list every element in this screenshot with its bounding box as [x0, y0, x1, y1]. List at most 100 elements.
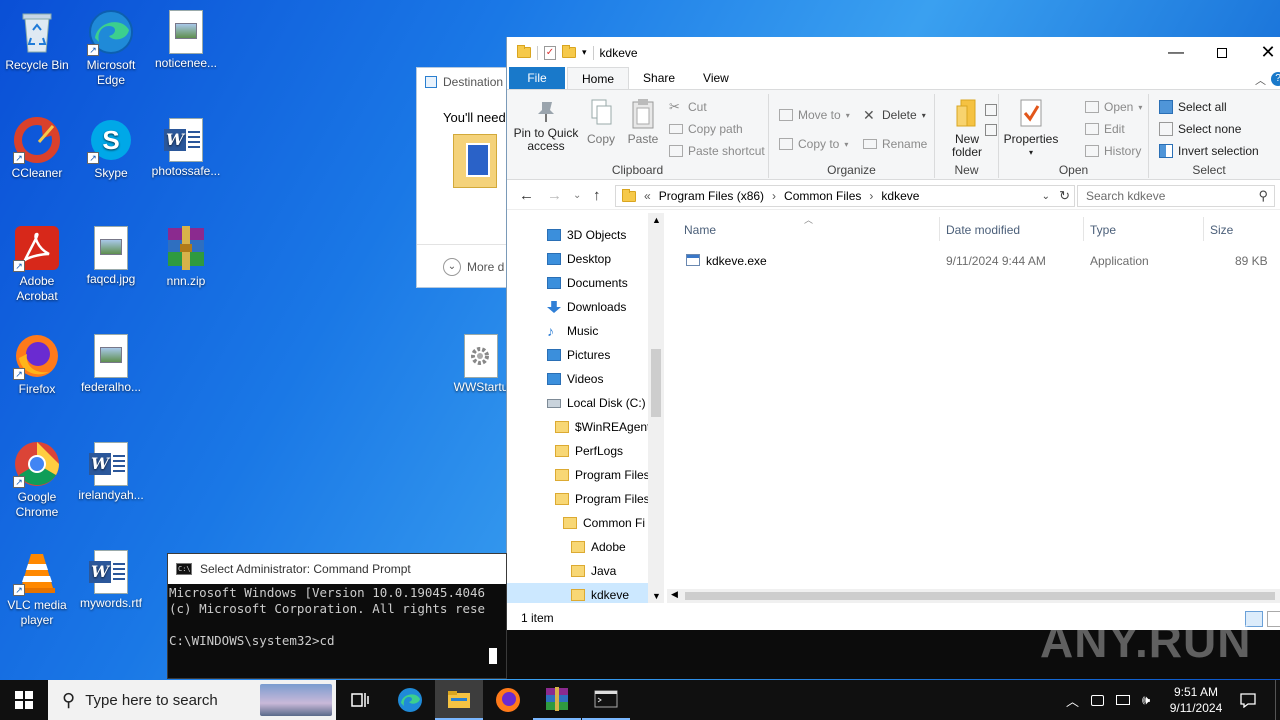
delete-button[interactable]: ✕ Delete ▾ — [863, 108, 926, 122]
horizontal-scrollbar[interactable]: ◀ — [667, 589, 1280, 603]
more-details-button[interactable]: ⌄ More d — [443, 258, 504, 276]
paste-button[interactable]: Paste — [623, 98, 663, 146]
file-list[interactable]: ︿ Name Date modified Type Size kdkeve.ex… — [667, 213, 1280, 603]
clock[interactable]: 9:51 AM 9/11/2024 — [1160, 680, 1232, 720]
desktop-icon-ccleaner[interactable]: ↗ CCleaner — [0, 116, 74, 181]
search-input[interactable]: Search kdkeve ⚲ — [1077, 185, 1275, 207]
breadcrumb-kdkeve[interactable]: kdkeve — [881, 189, 919, 203]
volume-icon[interactable]: 🕪 — [1142, 692, 1150, 708]
taskbar-winrar-button[interactable] — [533, 680, 581, 720]
paste-shortcut-button[interactable]: Paste shortcut — [669, 144, 765, 158]
copy-to-button[interactable]: Copy to ▾ — [779, 137, 848, 151]
breadcrumb-overflow[interactable]: « — [644, 189, 651, 203]
column-header-date-modified[interactable]: Date modified — [946, 223, 1020, 237]
taskbar-file-explorer-button[interactable] — [435, 680, 483, 720]
tab-home[interactable]: Home — [567, 67, 630, 89]
desktop-icon-photossafe[interactable]: W photossafe... — [149, 116, 223, 179]
nav-item[interactable]: Program Files — [507, 487, 650, 511]
desktop-icon-recycle-bin[interactable]: Recycle Bin — [0, 8, 74, 73]
breadcrumb-common-files[interactable]: Common Files — [784, 189, 861, 203]
select-none-button[interactable]: Select none — [1159, 122, 1241, 136]
task-view-button[interactable] — [336, 680, 384, 720]
refresh-icon[interactable]: ↻ — [1059, 188, 1070, 204]
nav-item[interactable]: PerfLogs — [507, 439, 648, 463]
desktop-icon-noticenee[interactable]: noticenee... — [149, 8, 223, 71]
close-button[interactable]: ✕ — [1245, 37, 1280, 68]
properties-check-icon[interactable]: ✓ — [544, 45, 556, 60]
navigation-pane[interactable]: 3D Objects Desktop Documents Downloads ♪ Musi… — [507, 213, 667, 603]
nav-item[interactable]: Desktop — [507, 247, 648, 271]
forward-arrow-icon[interactable]: → — [547, 187, 562, 204]
back-arrow-icon[interactable]: ← — [519, 187, 534, 204]
meet-now-icon[interactable] — [1091, 694, 1105, 706]
rename-button[interactable]: Rename — [863, 137, 927, 151]
show-hidden-icons-chevron-icon[interactable]: ︿ — [1066, 691, 1079, 710]
taskbar-edge-button[interactable] — [386, 680, 434, 720]
address-dropdown-icon[interactable]: ⌄ — [1042, 191, 1050, 202]
recent-locations-chevron-icon[interactable]: ⌄ — [573, 190, 581, 201]
desktop-icon-nnn-zip[interactable]: nnn.zip — [149, 224, 223, 289]
column-divider[interactable] — [939, 217, 940, 241]
column-header-type[interactable]: Type — [1090, 223, 1116, 237]
desktop-icon-firefox[interactable]: ↗ Firefox — [0, 332, 74, 397]
nav-item[interactable]: kdkeve — [507, 583, 648, 603]
address-box[interactable]: « Program Files (x86) › Common Files › k… — [615, 185, 1075, 207]
nav-item[interactable]: Adobe — [507, 535, 648, 559]
move-to-button[interactable]: Move to ▾ — [779, 108, 850, 122]
column-header-size[interactable]: Size — [1210, 223, 1233, 237]
scrollbar-thumb[interactable] — [651, 349, 661, 417]
scroll-up-icon[interactable]: ▲ — [652, 215, 661, 225]
new-item-icon[interactable] — [985, 104, 997, 116]
desktop-icon-faqcd-jpg[interactable]: faqcd.jpg — [74, 224, 148, 287]
nav-item[interactable]: Program Files — [507, 463, 650, 487]
desktop-icon-mywords-rtf[interactable]: W mywords.rtf — [74, 548, 148, 611]
column-divider[interactable] — [1203, 217, 1204, 241]
nav-item[interactable]: Videos — [507, 367, 648, 391]
up-arrow-icon[interactable]: ↑ — [593, 187, 601, 204]
easy-access-icon[interactable] — [985, 124, 997, 136]
nav-item[interactable]: Downloads — [507, 295, 648, 319]
scroll-left-icon[interactable]: ◀ — [671, 589, 678, 600]
desktop-icon-federalho[interactable]: federalho... — [74, 332, 148, 395]
scrollbar-thumb[interactable] — [685, 592, 1275, 600]
collapse-ribbon-icon[interactable]: ︿ — [1255, 72, 1266, 88]
network-icon[interactable] — [1116, 695, 1131, 705]
open-button[interactable]: Open ▾ — [1085, 100, 1142, 114]
nav-item[interactable]: 3D Objects — [507, 223, 648, 247]
desktop-icon-adobe-acrobat[interactable]: ↗ Adobe Acrobat — [0, 224, 74, 304]
help-icon[interactable]: ? — [1271, 72, 1280, 86]
notifications-button[interactable] — [1236, 680, 1260, 720]
tab-view[interactable]: View — [689, 67, 743, 89]
nav-item[interactable]: ♪ Music — [507, 319, 648, 343]
cmd-titlebar[interactable]: C:\ Select Administrator: Command Prompt — [168, 554, 506, 584]
cmd-output[interactable]: Microsoft Windows [Version 10.0.19045.40… — [168, 584, 506, 649]
taskbar-firefox-button[interactable] — [484, 680, 532, 720]
column-divider[interactable] — [1083, 217, 1084, 241]
start-button[interactable] — [0, 680, 48, 720]
explorer-titlebar[interactable]: ✓ ▾ kdkeve — ✕ — [507, 37, 1280, 68]
navigation-scrollbar[interactable]: ▲ ▼ — [648, 213, 664, 603]
file-explorer-window[interactable]: ✓ ▾ kdkeve — ✕ File Home Share View ︿ ? … — [506, 37, 1280, 630]
nav-item[interactable]: Documents — [507, 271, 648, 295]
desktop-icon-google-chrome[interactable]: ↗ Google Chrome — [0, 440, 74, 520]
properties-button[interactable]: Properties ▾ — [1001, 98, 1061, 159]
breadcrumb-separator-icon[interactable]: › — [869, 189, 873, 203]
breadcrumb-separator-icon[interactable]: › — [772, 189, 776, 203]
copy-path-button[interactable]: Copy path — [669, 122, 743, 136]
pin-to-quick-access-button[interactable]: Pin to Quick access — [511, 98, 581, 153]
cut-button[interactable]: ✂ Cut — [669, 100, 707, 115]
customize-toolbar-icon[interactable]: ▾ — [582, 47, 587, 58]
column-header-name[interactable]: Name — [684, 223, 716, 237]
desktop-icon-irelandyah[interactable]: W irelandyah... — [74, 440, 148, 503]
minimize-button[interactable]: — — [1153, 37, 1199, 68]
nav-item[interactable]: Common Fi — [507, 511, 648, 535]
taskbar-search-box[interactable]: ⚲ Type here to search — [48, 680, 336, 720]
new-folder-icon[interactable] — [562, 45, 576, 58]
desktop-icon-microsoft-edge[interactable]: ↗ Microsoft Edge — [74, 8, 148, 88]
taskbar-cmd-button[interactable] — [582, 680, 630, 720]
nav-item[interactable]: Pictures — [507, 343, 648, 367]
select-all-button[interactable]: Select all — [1159, 100, 1227, 114]
show-desktop-button[interactable] — [1275, 680, 1280, 720]
destination-dialog[interactable]: Destination You'll need t ⌄ More d — [416, 67, 508, 288]
copy-button[interactable]: Copy — [583, 98, 619, 146]
